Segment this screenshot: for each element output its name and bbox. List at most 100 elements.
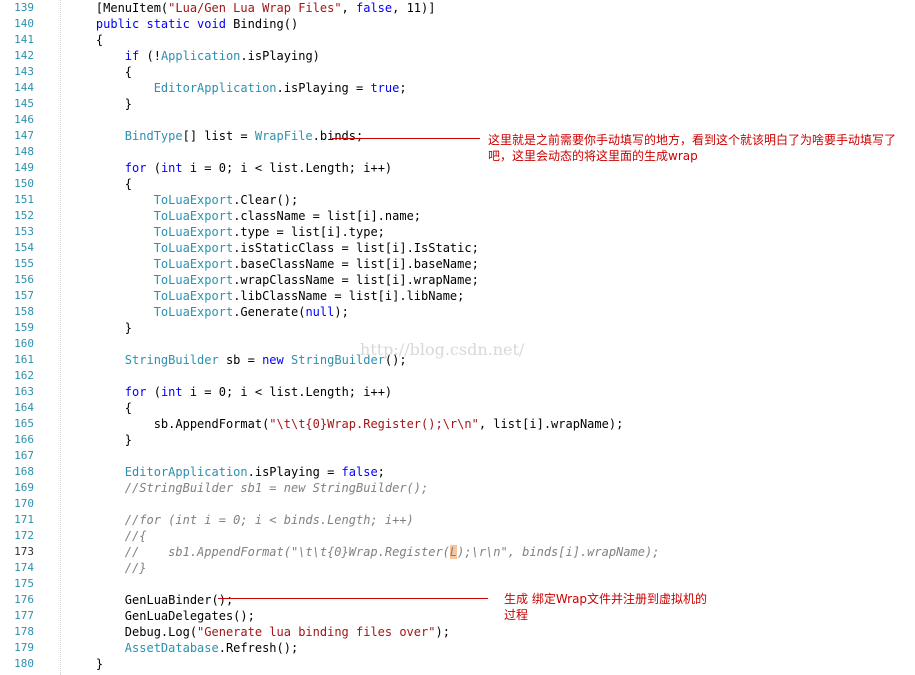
code-token: if <box>124 49 140 63</box>
line-number: 143 <box>14 65 34 78</box>
code-token: false <box>356 1 393 15</box>
code-token: new <box>262 353 284 367</box>
code-token: [MenuItem( <box>95 1 169 15</box>
code-token: ); <box>435 625 450 639</box>
line-number: 142 <box>14 49 34 62</box>
code-token: .Generate( <box>233 305 306 319</box>
annotation-text-1: 这里就是之前需要你手动填写的地方，看到这个就该明白了为啥要手动填写了吧，这里会动… <box>488 133 897 163</box>
code-line[interactable]: 176 GenLuaBinder(); <box>0 592 915 608</box>
code-text: Debug.Log("Generate lua binding files ov… <box>67 624 450 640</box>
line-number: 157 <box>14 289 34 302</box>
code-line[interactable]: 152 ToLuaExport.className = list[i].name… <box>0 208 915 224</box>
code-token: WrapFile <box>254 129 313 143</box>
code-editor[interactable]: 139 [MenuItem("Lua/Gen Lua Wrap Files", … <box>0 0 915 675</box>
code-text: } <box>67 656 103 672</box>
code-line[interactable]: 142 if (!Application.isPlaying) <box>0 48 915 64</box>
code-token: ToLuaExport <box>153 225 234 239</box>
code-line[interactable]: 150 { <box>0 176 915 192</box>
code-line[interactable]: 153 ToLuaExport.type = list[i].type; <box>0 224 915 240</box>
code-token: for <box>124 385 147 399</box>
code-text: BindType[] list = WrapFile.binds; <box>67 128 363 144</box>
line-number: 152 <box>14 209 34 222</box>
code-token: ToLuaExport <box>153 209 234 223</box>
code-line[interactable]: 143 { <box>0 64 915 80</box>
line-number: 151 <box>14 193 34 206</box>
code-token: ); <box>334 305 349 319</box>
code-token: { <box>67 401 133 415</box>
code-token: "Lua/Gen Lua Wrap Files" <box>168 1 342 15</box>
code-text: //{ <box>67 528 147 544</box>
line-number: 169 <box>14 481 34 494</box>
code-line[interactable]: 175 <box>0 576 915 592</box>
code-line[interactable]: 164 { <box>0 400 915 416</box>
code-line[interactable]: 179 AssetDatabase.Refresh(); <box>0 640 915 656</box>
code-line[interactable]: 174 //} <box>0 560 915 576</box>
code-token: [] list = <box>182 129 255 143</box>
code-line[interactable]: 139 [MenuItem("Lua/Gen Lua Wrap Files", … <box>0 0 915 16</box>
code-token: i = 0; i < list.Length; i++) <box>182 161 393 175</box>
code-line[interactable]: 171 //for (int i = 0; i < binds.Length; … <box>0 512 915 528</box>
code-line[interactable]: 145 } <box>0 96 915 112</box>
code-token: GenLuaBinder(); <box>67 593 234 607</box>
line-number: 178 <box>14 625 34 638</box>
code-line[interactable]: 146 <box>0 112 915 128</box>
line-number: 177 <box>14 609 34 622</box>
code-token: //} <box>124 561 147 575</box>
code-line[interactable]: 140 public static void Binding() <box>0 16 915 32</box>
code-line[interactable]: 178 Debug.Log("Generate lua binding file… <box>0 624 915 640</box>
code-line[interactable]: 165 sb.AppendFormat("\t\t{0}Wrap.Registe… <box>0 416 915 432</box>
code-line[interactable]: 166 } <box>0 432 915 448</box>
line-number: 139 <box>14 1 34 14</box>
line-number: 168 <box>14 465 34 478</box>
code-text: for (int i = 0; i < list.Length; i++) <box>67 384 392 400</box>
code-token: } <box>67 433 133 447</box>
code-token: EditorApplication <box>124 465 248 479</box>
line-number: 146 <box>14 113 34 126</box>
code-text: GenLuaDelegates(); <box>67 608 255 624</box>
code-line[interactable]: 151 ToLuaExport.Clear(); <box>0 192 915 208</box>
code-text: //StringBuilder sb1 = new StringBuilder(… <box>67 480 428 496</box>
code-line[interactable]: 169 //StringBuilder sb1 = new StringBuil… <box>0 480 915 496</box>
code-text: ToLuaExport.isStaticClass = list[i].IsSt… <box>67 240 479 256</box>
code-text: ToLuaExport.Generate(null); <box>67 304 349 320</box>
code-line[interactable]: 155 ToLuaExport.baseClassName = list[i].… <box>0 256 915 272</box>
code-line[interactable]: 144 EditorApplication.isPlaying = true; <box>0 80 915 96</box>
code-text: if (!Application.isPlaying) <box>67 48 320 64</box>
line-number: 164 <box>14 401 34 414</box>
code-line[interactable]: 158 ToLuaExport.Generate(null); <box>0 304 915 320</box>
code-line[interactable]: 154 ToLuaExport.isStaticClass = list[i].… <box>0 240 915 256</box>
code-line[interactable]: 162 <box>0 368 915 384</box>
code-line[interactable]: 172 //{ <box>0 528 915 544</box>
code-token: GenLuaDelegates(); <box>67 609 255 623</box>
code-token: .isStaticClass = list[i].IsStatic; <box>233 241 479 255</box>
code-token: for <box>124 161 147 175</box>
code-token: } <box>67 657 104 671</box>
code-token: .type = list[i].type; <box>233 225 385 239</box>
annotation-line-2 <box>218 598 488 599</box>
code-token: sb = <box>218 353 263 367</box>
code-line[interactable]: 157 ToLuaExport.libClassName = list[i].l… <box>0 288 915 304</box>
line-number: 167 <box>14 449 34 462</box>
line-number: 144 <box>14 81 34 94</box>
code-line[interactable]: 177 GenLuaDelegates(); <box>0 608 915 624</box>
line-number: 159 <box>14 321 34 334</box>
code-line[interactable]: 167 <box>0 448 915 464</box>
code-line[interactable]: 170 <box>0 496 915 512</box>
code-line[interactable]: 163 for (int i = 0; i < list.Length; i++… <box>0 384 915 400</box>
code-line[interactable]: 168 EditorApplication.isPlaying = false; <box>0 464 915 480</box>
code-line[interactable]: 173 // sb1.AppendFormat("\t\t{0}Wrap.Reg… <box>0 544 915 560</box>
code-line[interactable]: 141 { <box>0 32 915 48</box>
code-line[interactable]: 159 } <box>0 320 915 336</box>
code-line[interactable]: 180 } <box>0 656 915 672</box>
line-number: 180 <box>14 657 34 670</box>
code-line[interactable]: 156 ToLuaExport.wrapClassName = list[i].… <box>0 272 915 288</box>
